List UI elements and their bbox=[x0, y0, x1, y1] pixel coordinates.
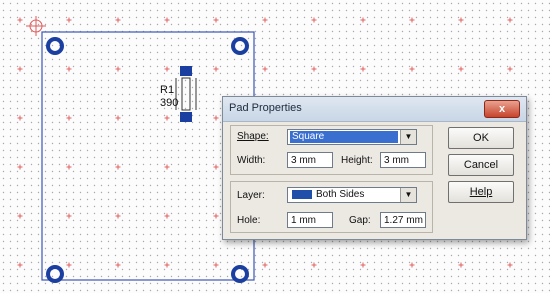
pad-properties-dialog: Pad Properties x Shape: Square ▼ Width: … bbox=[222, 96, 527, 240]
ok-button[interactable]: OK bbox=[448, 127, 514, 149]
layer-value-text: Both Sides bbox=[316, 189, 365, 200]
close-icon: x bbox=[498, 103, 506, 115]
shape-label: Shape: bbox=[237, 131, 269, 142]
r1-value-label: 390 bbox=[160, 97, 178, 109]
shape-selected-value: Square bbox=[290, 131, 398, 143]
gap-label: Gap: bbox=[349, 215, 371, 226]
help-button[interactable]: Help bbox=[448, 181, 514, 203]
close-button[interactable]: x bbox=[484, 100, 520, 118]
height-field[interactable]: 3 mm bbox=[380, 152, 426, 168]
dialog-titlebar: Pad Properties x bbox=[223, 97, 526, 122]
layer-label: Layer: bbox=[237, 190, 265, 201]
hole-label: Hole: bbox=[237, 215, 261, 226]
chevron-down-icon[interactable]: ▼ bbox=[400, 130, 416, 144]
r1-ref-label: R1 bbox=[160, 84, 174, 96]
r1-pad-bottom bbox=[180, 112, 192, 122]
layer-color-swatch bbox=[292, 189, 312, 199]
hole-field[interactable]: 1 mm bbox=[287, 212, 333, 228]
chevron-down-icon[interactable]: ▼ bbox=[400, 188, 416, 202]
layer-selected-value: Both Sides bbox=[290, 189, 398, 201]
layer-select[interactable]: Both Sides ▼ bbox=[287, 187, 417, 203]
cancel-button[interactable]: Cancel bbox=[448, 154, 514, 176]
gap-field[interactable]: 1.27 mm bbox=[380, 212, 426, 228]
width-field[interactable]: 3 mm bbox=[287, 152, 333, 168]
shape-select[interactable]: Square ▼ bbox=[287, 129, 417, 145]
r1-pad-top bbox=[180, 66, 192, 76]
dialog-title: Pad Properties bbox=[229, 102, 302, 114]
height-label: Height: bbox=[341, 155, 373, 166]
width-label: Width: bbox=[237, 155, 266, 166]
